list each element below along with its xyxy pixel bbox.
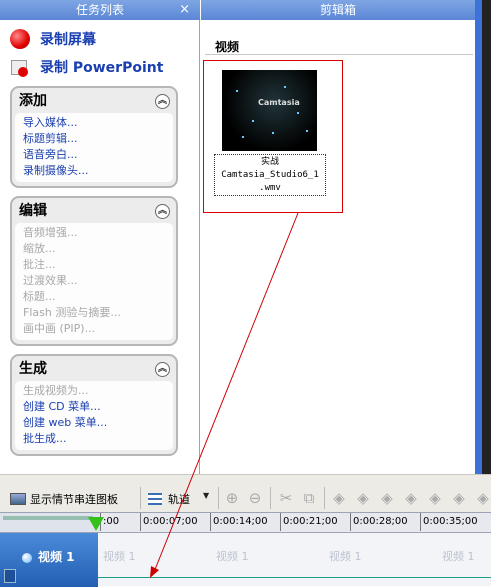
callouts-link[interactable]: 批注...: [23, 257, 167, 273]
thumb-logo-text: Camtasia: [258, 98, 300, 107]
track-placeholder-label: 视频 1: [103, 550, 136, 563]
create-web-menu-link[interactable]: 创建 web 菜单...: [23, 415, 167, 431]
produce-group-body: 生成视频为... 创建 CD 菜单... 创建 web 菜单... 批生成...: [15, 381, 173, 450]
clip-bin-section-title: 视频: [215, 40, 240, 54]
batch-produce-link[interactable]: 批生成...: [23, 431, 167, 447]
record-screen-button[interactable]: 录制屏幕: [10, 28, 96, 50]
add-group-body: 导入媒体... 标题剪辑... 语音旁白... 录制摄像头...: [15, 113, 173, 182]
import-media-link[interactable]: 导入媒体...: [23, 116, 78, 129]
track-header[interactable]: 视频 1: [0, 533, 98, 587]
ruler-tick: 0:00:35;00: [420, 513, 478, 531]
timeline-ruler[interactable]: :00 0:00:07;00 0:00:14;00 0:00:21;00 0:0…: [0, 512, 491, 533]
transitions-link[interactable]: 过渡效果...: [23, 273, 167, 289]
edit-group: 编辑 ︽ 音频增强... 缩放... 批注... 过渡效果... 标题... F…: [10, 196, 178, 346]
clip-speed-icon[interactable]: ◈: [354, 489, 372, 507]
produce-video-link[interactable]: 生成视频为...: [23, 383, 167, 399]
audio-icon[interactable]: ◈: [450, 489, 468, 507]
close-icon[interactable]: ×: [179, 0, 190, 20]
zoom-out-icon[interactable]: ⊖: [246, 489, 264, 507]
add-group-title: 添加: [19, 93, 47, 109]
produce-group: 生成 ︽ 生成视频为... 创建 CD 菜单... 创建 web 菜单... 批…: [10, 354, 178, 456]
create-cd-menu-link[interactable]: 创建 CD 菜单...: [23, 399, 167, 415]
timeline-toolbar: 显示情节串连图板 轨道 ▼ ⊕ ⊖ ✂ ⧉ ◈ ◈ ◈ ◈ ◈ ◈ ◈: [0, 474, 491, 512]
voice-narration-link[interactable]: 语音旁白...: [23, 147, 167, 163]
produce-group-title: 生成: [19, 361, 47, 377]
clip-caption-line: 实战: [260, 157, 279, 167]
track-placeholder-label: 视频 1: [442, 550, 475, 563]
clip-bin-header: 剪辑箱: [201, 0, 475, 20]
record-icon: [10, 29, 30, 49]
tracks-label: 轨道: [168, 493, 190, 506]
clip-caption-line: .wmv: [259, 183, 281, 193]
clip-bin-title: 剪辑箱: [319, 3, 356, 17]
ruler-tick: 0:00:07;00: [140, 513, 198, 531]
cut-icon[interactable]: ✂: [277, 489, 295, 507]
record-camera-link[interactable]: 录制摄像头...: [23, 163, 167, 179]
produce-group-header[interactable]: 生成 ︽: [15, 359, 173, 379]
record-ppt-label: 录制 PowerPoint: [40, 60, 164, 76]
task-pane-title: 任务列表: [75, 3, 124, 17]
clip-caption[interactable]: 实战 Camtasia_Studio6_1 .wmv: [214, 154, 326, 196]
storyboard-icon: [10, 493, 26, 505]
track-dot-icon: [22, 553, 32, 563]
powerpoint-record-icon: [10, 57, 30, 77]
divider: [205, 54, 473, 55]
more-tools-icon[interactable]: ◈: [474, 489, 491, 507]
track-placeholder-label: 视频 1: [216, 550, 249, 563]
ruler-left-panel: [0, 513, 100, 533]
collapse-up-icon[interactable]: ︽: [155, 94, 170, 109]
record-screen-label: 录制屏幕: [40, 32, 96, 48]
fade-out-icon[interactable]: ◈: [402, 489, 420, 507]
tracks-icon: [148, 493, 162, 505]
split-icon[interactable]: ⧉: [300, 489, 318, 507]
ruler-tick: :00: [99, 513, 120, 531]
task-pane: 任务列表 × 录制屏幕 录制 PowerPoint 添加 ︽ 导入媒体... 标…: [0, 0, 200, 474]
storyboard-label: 显示情节串连图板: [30, 493, 118, 506]
clip-thumbnail[interactable]: Camtasia: [222, 70, 317, 151]
pip-link[interactable]: 画中画 (PIP)...: [23, 321, 167, 337]
clip-caption-line: Camtasia_Studio6_1: [221, 170, 319, 180]
edit-group-title: 编辑: [19, 203, 47, 219]
title-clip-link[interactable]: 标题剪辑...: [23, 131, 167, 147]
fade-in-icon[interactable]: ◈: [378, 489, 396, 507]
chevron-down-icon[interactable]: ▼: [203, 491, 209, 500]
track-placeholder-label: 视频 1: [329, 550, 362, 563]
flash-quiz-link[interactable]: Flash 测验与摘要...: [23, 305, 167, 321]
collapse-up-icon[interactable]: ︽: [155, 204, 170, 219]
task-pane-header: 任务列表 ×: [0, 0, 200, 20]
tracks-button[interactable]: 轨道: [148, 489, 190, 509]
video-track[interactable]: 视频 1 视频 1 视频 1 视频 1 视频 1: [0, 532, 491, 587]
zoom-link[interactable]: 缩放...: [23, 241, 167, 257]
record-ppt-button[interactable]: 录制 PowerPoint: [10, 56, 163, 78]
preview-edge: [482, 0, 491, 474]
ruler-tick: 0:00:21;00: [280, 513, 338, 531]
add-group: 添加 ︽ 导入媒体... 标题剪辑... 语音旁白... 录制摄像头...: [10, 86, 178, 188]
marker-icon[interactable]: ◈: [330, 489, 348, 507]
lock-icon[interactable]: [4, 569, 16, 583]
extend-frame-icon[interactable]: ◈: [426, 489, 444, 507]
collapse-up-icon[interactable]: ︽: [155, 362, 170, 377]
titles-link[interactable]: 标题...: [23, 289, 167, 305]
show-storyboard-button[interactable]: 显示情节串连图板: [10, 489, 118, 509]
track-name: 视频 1: [38, 550, 75, 564]
ruler-tick: 0:00:14;00: [210, 513, 268, 531]
add-group-header[interactable]: 添加 ︽: [15, 91, 173, 111]
track-baseline: [98, 577, 491, 578]
audio-enhance-link[interactable]: 音频增强...: [23, 225, 167, 241]
ruler-tick: 0:00:28;00: [350, 513, 408, 531]
playhead[interactable]: [88, 517, 104, 531]
edit-group-body: 音频增强... 缩放... 批注... 过渡效果... 标题... Flash …: [15, 223, 173, 340]
edit-group-header[interactable]: 编辑 ︽: [15, 201, 173, 221]
zoom-in-icon[interactable]: ⊕: [223, 489, 241, 507]
